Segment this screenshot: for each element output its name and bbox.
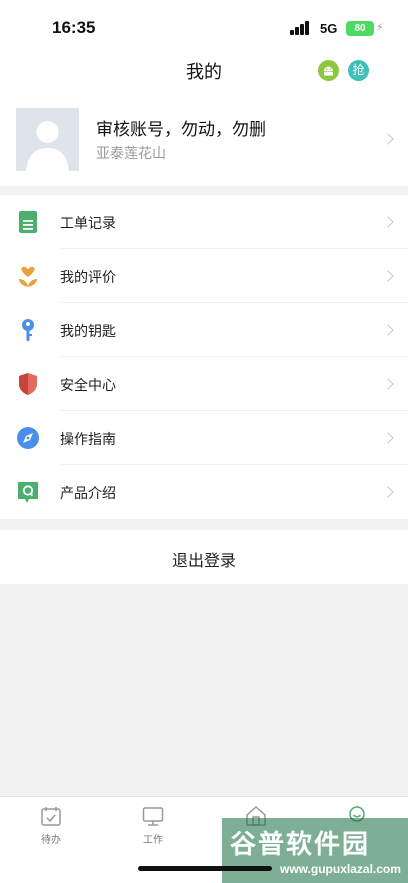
menu-label: 我的钥匙 xyxy=(60,324,116,340)
menu-item-my-reviews[interactable]: 我的评价 xyxy=(0,249,408,303)
profile-org: 亚泰莲花山 xyxy=(96,146,166,162)
menu-item-product-intro[interactable]: 产品介绍 xyxy=(0,465,408,519)
chevron-right-icon xyxy=(382,133,394,145)
tab-todo[interactable]: 待办 xyxy=(21,805,81,846)
chevron-right-icon xyxy=(382,432,394,444)
page-title: 我的 xyxy=(186,62,222,83)
key-icon xyxy=(22,319,34,341)
network-type: 5G xyxy=(320,21,338,36)
android-icon[interactable] xyxy=(318,60,339,81)
nav-bar: 我的 抢 xyxy=(0,44,408,94)
chevron-right-icon xyxy=(382,216,394,228)
menu-label: 产品介绍 xyxy=(60,486,116,502)
chevron-right-icon xyxy=(382,324,394,336)
menu-item-user-guide[interactable]: 操作指南 xyxy=(0,411,408,465)
menu-item-work-orders[interactable]: 工单记录 xyxy=(0,195,408,249)
tab-label: 工作 xyxy=(143,835,163,846)
avatar xyxy=(16,108,79,171)
profile-card[interactable]: 审核账号，勿动，勿删 亚泰莲花山 xyxy=(0,94,408,186)
grab-icon[interactable]: 抢 xyxy=(348,60,369,81)
profile-name: 审核账号，勿动，勿删 xyxy=(96,120,266,140)
menu-label: 工单记录 xyxy=(60,216,116,232)
chevron-right-icon xyxy=(382,486,394,498)
signal-icon xyxy=(290,21,312,35)
document-icon xyxy=(19,211,37,233)
shield-icon xyxy=(19,373,37,395)
watermark-title: 谷普软件园 xyxy=(230,830,371,860)
charging-icon: ⚡ xyxy=(376,21,384,34)
chat-q-icon xyxy=(18,482,38,503)
home-indicator xyxy=(138,866,272,871)
monitor-icon xyxy=(142,807,164,826)
menu-item-security-center[interactable]: 安全中心 xyxy=(0,357,408,411)
status-time: 16:35 xyxy=(52,18,96,37)
status-bar: 16:35 5G 80 ⚡ xyxy=(0,0,408,44)
logout-button[interactable]: 退出登录 xyxy=(0,530,408,584)
menu-list: 工单记录 我的评价 我的钥匙 安全中心 操作指南 产品介绍 xyxy=(0,195,408,519)
watermark-url: www.gupuxlazal.com xyxy=(280,862,401,876)
battery-indicator: 80 xyxy=(346,21,374,36)
heart-flower-icon xyxy=(19,266,37,287)
menu-label: 我的评价 xyxy=(60,270,116,286)
tab-label: 待办 xyxy=(41,835,61,846)
menu-item-my-keys[interactable]: 我的钥匙 xyxy=(0,303,408,357)
calendar-check-icon xyxy=(41,807,61,826)
chevron-right-icon xyxy=(382,270,394,282)
compass-icon xyxy=(17,427,39,449)
logout-label: 退出登录 xyxy=(171,551,236,570)
menu-label: 操作指南 xyxy=(60,432,116,448)
tab-work[interactable]: 工作 xyxy=(123,805,183,846)
chevron-right-icon xyxy=(382,378,394,390)
menu-label: 安全中心 xyxy=(60,378,116,394)
watermark: 谷普软件园 www.gupuxlazal.com xyxy=(222,818,408,883)
